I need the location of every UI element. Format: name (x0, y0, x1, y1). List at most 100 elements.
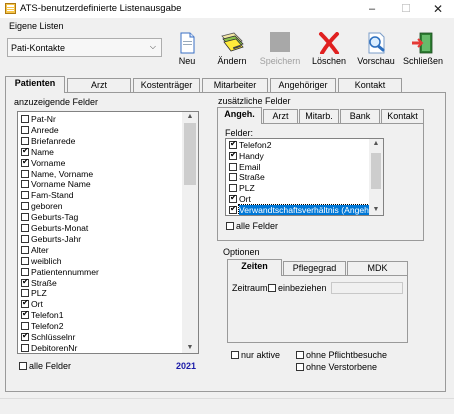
scroll-up-icon[interactable]: ▲ (182, 112, 198, 122)
lists-dropdown-value: Pati-Kontakte (11, 43, 66, 53)
checkbox-icon[interactable] (21, 322, 29, 331)
list-item[interactable]: Email (229, 162, 261, 173)
checkbox-icon[interactable] (21, 224, 29, 232)
timespan-field[interactable] (331, 282, 403, 294)
save-button[interactable]: Speichern (259, 32, 301, 66)
active-only-checkbox[interactable]: nur aktive (231, 350, 280, 360)
list-item[interactable]: Verwandtschaftsverhältnis (Angehörige) (229, 203, 383, 215)
checkbox-icon[interactable] (21, 169, 29, 178)
checkbox-icon[interactable] (229, 162, 237, 171)
fields-scrollbar[interactable]: ▲ ▼ (182, 112, 198, 353)
tab-extra-kontakt[interactable]: Kontakt (381, 109, 424, 124)
close-button[interactable]: Schließen (400, 32, 446, 66)
close-window-button[interactable]: ✕ (422, 0, 454, 18)
scroll-up-icon[interactable]: ▲ (369, 139, 383, 149)
list-item[interactable]: Straße (229, 172, 265, 183)
no-mandatory-visits-checkbox[interactable]: ohne Pflichtbesuche (296, 350, 387, 360)
edit-button[interactable]: Ändern (216, 32, 248, 66)
checkbox-icon[interactable] (21, 234, 29, 243)
extra-scroll-thumb[interactable] (371, 153, 381, 189)
include-timespan-checkbox[interactable]: einbeziehen (268, 283, 327, 293)
list-item[interactable]: Straße (21, 277, 57, 289)
checkbox-icon[interactable] (21, 267, 29, 276)
checkbox-icon[interactable] (21, 125, 29, 134)
list-item[interactable]: Geburts-Monat (21, 223, 88, 234)
tab-kostentraeger[interactable]: Kostenträger (133, 78, 200, 93)
fields-all-checkbox[interactable]: alle Felder (19, 361, 71, 371)
lists-dropdown[interactable]: Pati-Kontakte ⌵ (7, 38, 162, 57)
list-item[interactable]: Schlüsselnr (21, 331, 75, 343)
list-item[interactable]: DebitorenNr (21, 343, 77, 353)
scroll-down-icon[interactable]: ▼ (182, 343, 198, 353)
list-item[interactable]: weiblich (21, 256, 62, 267)
tab-zeiten[interactable]: Zeiten (227, 259, 282, 276)
minimize-button[interactable]: – (356, 0, 388, 18)
checkbox-icon[interactable] (21, 245, 29, 254)
checked-checkbox-icon[interactable] (229, 193, 237, 203)
tab-pflegegrad[interactable]: Pflegegrad (283, 261, 346, 276)
list-item[interactable]: Telefon1 (21, 309, 64, 321)
list-item[interactable]: Handy (229, 150, 264, 162)
extra-fields-listbox[interactable]: Telefon2HandyEmailStraßePLZOrtVerwandtsc… (225, 138, 384, 216)
list-item[interactable]: Fam-Stand (21, 190, 74, 201)
fields-scroll-thumb[interactable] (184, 123, 196, 185)
checked-checkbox-icon[interactable] (21, 309, 29, 320)
preview-button-label: Vorschau (357, 56, 395, 66)
delete-button[interactable]: Löschen (309, 32, 349, 66)
checkbox-icon[interactable] (21, 115, 29, 123)
checkbox-icon[interactable] (21, 191, 29, 200)
checkbox-icon[interactable] (21, 343, 29, 352)
checkbox-icon[interactable] (21, 213, 29, 222)
fields-listbox[interactable]: Pat-NrAnredeBriefanredeNameVornameName, … (17, 111, 199, 354)
list-item-label: PLZ (31, 288, 47, 299)
checked-checkbox-icon[interactable] (21, 146, 29, 156)
checkbox-icon[interactable] (21, 136, 29, 145)
tab-extra-arzt[interactable]: Arzt (263, 109, 298, 124)
checked-checkbox-icon[interactable] (21, 157, 29, 167)
list-item[interactable]: Geburts-Jahr (21, 234, 81, 245)
new-button[interactable]: Neu (173, 32, 201, 66)
tab-mitarbeiter[interactable]: Mitarbeiter (202, 78, 268, 93)
checkbox-icon[interactable] (21, 180, 29, 189)
checked-checkbox-icon[interactable] (229, 139, 237, 149)
checkbox-icon (268, 284, 276, 292)
list-item[interactable]: Name, Vorname (21, 169, 93, 180)
list-item[interactable]: Patientennummer (21, 267, 99, 278)
preview-button[interactable]: Vorschau (355, 32, 397, 66)
checkbox-icon[interactable] (229, 184, 237, 193)
checked-checkbox-icon[interactable] (21, 331, 29, 341)
tab-arzt[interactable]: Arzt (67, 78, 131, 93)
tab-patienten[interactable]: Patienten (5, 76, 65, 93)
list-item[interactable]: Vorname (21, 157, 65, 169)
tab-angehoeriger[interactable]: Angehöriger (270, 78, 336, 93)
list-item[interactable]: Briefanrede (21, 136, 75, 147)
checkbox-icon[interactable] (21, 289, 29, 298)
app-icon (5, 3, 16, 14)
extra-all-checkbox[interactable]: alle Felder (226, 221, 278, 231)
chevron-down-icon: ⌵ (149, 42, 156, 51)
new-button-label: Neu (178, 56, 196, 66)
tab-mitarb[interactable]: Mitarb. (299, 109, 339, 124)
list-item-label: Fam-Stand (31, 190, 74, 201)
list-item[interactable]: Alter (21, 245, 49, 256)
list-item[interactable]: Geburts-Tag (21, 212, 78, 223)
tab-mdk[interactable]: MDK (347, 261, 408, 276)
checkbox-icon[interactable] (21, 256, 29, 265)
list-item-label: PLZ (239, 183, 255, 194)
checked-checkbox-icon[interactable] (229, 150, 237, 160)
list-item[interactable]: geboren (21, 201, 63, 212)
extra-scrollbar[interactable]: ▲ ▼ (369, 139, 383, 215)
checkbox-icon[interactable] (229, 173, 237, 182)
tab-kontakt[interactable]: Kontakt (338, 78, 402, 93)
scroll-down-icon[interactable]: ▼ (369, 205, 383, 215)
no-deceased-checkbox[interactable]: ohne Verstorbene (296, 362, 377, 372)
checkbox-icon[interactable] (21, 202, 29, 211)
tab-angeh[interactable]: Angeh. (217, 107, 262, 124)
checked-checkbox-icon[interactable] (229, 204, 237, 214)
list-item[interactable]: Anrede (21, 125, 59, 136)
checked-checkbox-icon[interactable] (21, 277, 29, 287)
list-item[interactable]: Pat-Nr (21, 114, 56, 125)
list-item[interactable]: Vorname Name (21, 179, 91, 190)
checked-checkbox-icon[interactable] (21, 298, 29, 309)
tab-bank[interactable]: Bank (340, 109, 380, 124)
